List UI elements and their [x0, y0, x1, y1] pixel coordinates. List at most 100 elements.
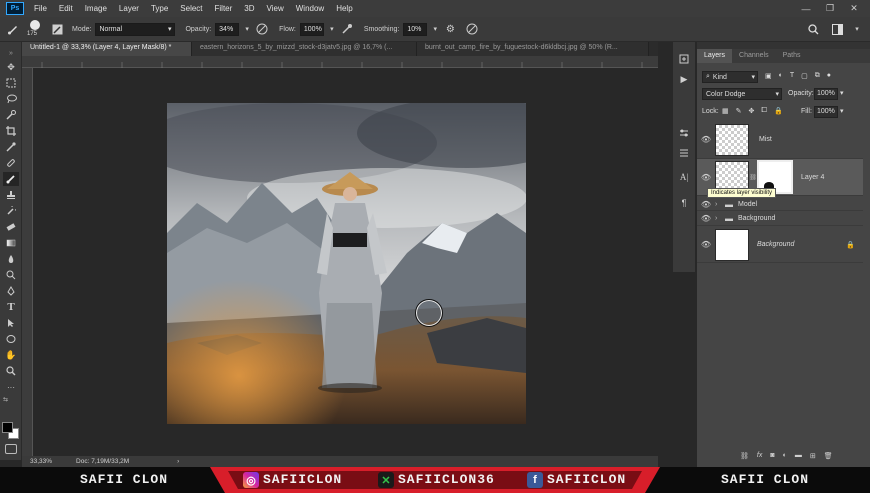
airbrush-icon[interactable]: [340, 22, 354, 36]
brush-preset-picker[interactable]: 175: [24, 18, 46, 40]
new-layer-icon[interactable]: ⊞: [810, 452, 816, 464]
lock-all-icon[interactable]: 🔒: [774, 107, 783, 115]
flow-input[interactable]: 100%: [299, 22, 324, 36]
pressure-opacity-icon[interactable]: [255, 22, 269, 36]
kind-filter-dropdown[interactable]: ⌕ Kind ▾: [702, 71, 758, 83]
status-menu-icon[interactable]: ›: [177, 458, 179, 465]
new-group-icon[interactable]: ▬: [795, 452, 802, 464]
smoothing-input[interactable]: 10%: [403, 22, 428, 36]
menu-window[interactable]: Window: [290, 4, 330, 13]
crop-tool-icon[interactable]: [3, 124, 19, 138]
tab-paths[interactable]: Paths: [776, 49, 808, 63]
menu-file[interactable]: File: [28, 4, 53, 13]
fill-dropdown-icon[interactable]: ▾: [840, 107, 844, 115]
shape-filter-icon[interactable]: ▢: [801, 72, 808, 82]
type-filter-icon[interactable]: T: [790, 72, 794, 82]
banner-handle[interactable]: SAFIICLON36: [398, 472, 495, 487]
panel-collapse-icon[interactable]: »: [3, 46, 19, 60]
smoothing-dropdown-icon[interactable]: ▾: [431, 22, 439, 36]
zoom-tool-icon[interactable]: [3, 364, 19, 378]
search-icon[interactable]: [806, 22, 820, 36]
visibility-eye-icon[interactable]: 👁: [697, 240, 715, 249]
link-layers-icon[interactable]: ⛓: [740, 452, 749, 464]
adjustments-panel-icon[interactable]: [676, 126, 692, 140]
tab-channels[interactable]: Channels: [732, 49, 776, 63]
history-brush-tool-icon[interactable]: [3, 204, 19, 218]
lock-transparent-icon[interactable]: ▦: [722, 107, 729, 115]
marquee-tool-icon[interactable]: [3, 76, 19, 90]
quick-select-tool-icon[interactable]: [3, 108, 19, 122]
workspace-dropdown-icon[interactable]: ▾: [850, 22, 864, 36]
layer-row-background[interactable]: 👁 Background 🔒: [697, 227, 863, 263]
gear-icon[interactable]: ⚙: [443, 22, 457, 36]
banner-instagram[interactable]: SAFIICLON: [263, 472, 342, 487]
add-mask-icon[interactable]: ◙: [770, 452, 774, 464]
document-canvas[interactable]: [167, 103, 526, 424]
pixel-filter-icon[interactable]: ▣: [765, 72, 772, 82]
layer-group-model[interactable]: 👁 › ▬ Model: [697, 198, 863, 211]
path-select-tool-icon[interactable]: [3, 316, 19, 330]
group-expand-icon[interactable]: ›: [715, 215, 725, 222]
opacity-dropdown-icon[interactable]: ▾: [243, 22, 251, 36]
menu-layer[interactable]: Layer: [113, 4, 145, 13]
pen-tool-icon[interactable]: [3, 284, 19, 298]
zoom-level[interactable]: 33,33%: [30, 458, 52, 465]
flow-dropdown-icon[interactable]: ▾: [328, 22, 336, 36]
brush-settings-icon[interactable]: [50, 22, 64, 36]
layer-name[interactable]: Background: [738, 215, 775, 222]
hand-tool-icon[interactable]: ✋: [3, 348, 19, 362]
menu-image[interactable]: Image: [79, 4, 113, 13]
menu-select[interactable]: Select: [174, 4, 208, 13]
eyedropper-tool-icon[interactable]: [3, 140, 19, 154]
adjustment-filter-icon[interactable]: ◐: [779, 72, 783, 82]
lasso-tool-icon[interactable]: [3, 92, 19, 106]
gradient-tool-icon[interactable]: [3, 236, 19, 250]
opacity-dropdown-icon[interactable]: ▾: [840, 89, 844, 97]
layer-group-background[interactable]: 👁 › ▬ Background: [697, 212, 863, 226]
menu-filter[interactable]: Filter: [209, 4, 239, 13]
actions-panel-icon[interactable]: ▶: [676, 72, 692, 86]
paragraph-panel-icon[interactable]: ¶: [676, 196, 692, 210]
eraser-tool-icon[interactable]: [3, 220, 19, 234]
brush-tool-icon[interactable]: [3, 172, 19, 186]
adjustment-layer-icon[interactable]: ◐: [783, 452, 787, 464]
healing-brush-tool-icon[interactable]: [3, 156, 19, 170]
tab-untitled-1[interactable]: Untitled-1 @ 33,3% (Layer 4, Layer Mask/…: [22, 42, 192, 56]
blur-tool-icon[interactable]: [3, 252, 19, 266]
lock-position-icon[interactable]: ✥: [749, 107, 755, 115]
layer-name[interactable]: Background: [757, 241, 794, 248]
visibility-eye-icon[interactable]: 👁: [697, 173, 715, 182]
menu-type[interactable]: Type: [145, 4, 174, 13]
close-icon[interactable]: ✕: [842, 0, 866, 17]
tab-eastern-horizons[interactable]: eastern_horizons_5_by_mizzd_stock-d3jatv…: [192, 42, 417, 56]
menu-view[interactable]: View: [261, 4, 290, 13]
workspace-icon[interactable]: [830, 22, 844, 36]
swap-colors-icon[interactable]: ⇆: [3, 396, 8, 403]
menu-3d[interactable]: 3D: [238, 4, 260, 13]
quick-mask-icon[interactable]: [5, 444, 17, 454]
mask-link-icon[interactable]: ⛓: [749, 174, 757, 181]
smart-object-filter-icon[interactable]: ⧉: [815, 72, 820, 82]
layer-name[interactable]: Layer 4: [801, 174, 824, 181]
maximize-icon[interactable]: ❐: [818, 0, 842, 17]
fill-input[interactable]: 100%: [814, 106, 838, 118]
type-tool-icon[interactable]: T: [3, 300, 19, 314]
minimize-icon[interactable]: —: [794, 0, 818, 17]
visibility-eye-icon[interactable]: 👁: [697, 200, 715, 209]
pressure-size-icon[interactable]: [465, 22, 479, 36]
dodge-tool-icon[interactable]: [3, 268, 19, 282]
mode-dropdown[interactable]: Normal ▾: [95, 22, 176, 36]
properties-panel-icon[interactable]: [676, 146, 692, 160]
lock-pixels-icon[interactable]: ✎: [736, 107, 742, 115]
move-tool-icon[interactable]: ✥: [3, 60, 19, 74]
brush-tool-icon[interactable]: [6, 22, 20, 36]
history-panel-icon[interactable]: [676, 52, 692, 66]
opacity-input[interactable]: 34%: [215, 22, 240, 36]
menu-help[interactable]: Help: [330, 4, 358, 13]
fx-icon[interactable]: fx: [757, 452, 762, 464]
visibility-eye-icon[interactable]: 👁: [697, 135, 715, 144]
group-expand-icon[interactable]: ›: [715, 201, 725, 208]
banner-facebook[interactable]: SAFIICLON: [547, 472, 626, 487]
menu-edit[interactable]: Edit: [53, 4, 79, 13]
foreground-color-swatch[interactable]: [2, 422, 13, 433]
